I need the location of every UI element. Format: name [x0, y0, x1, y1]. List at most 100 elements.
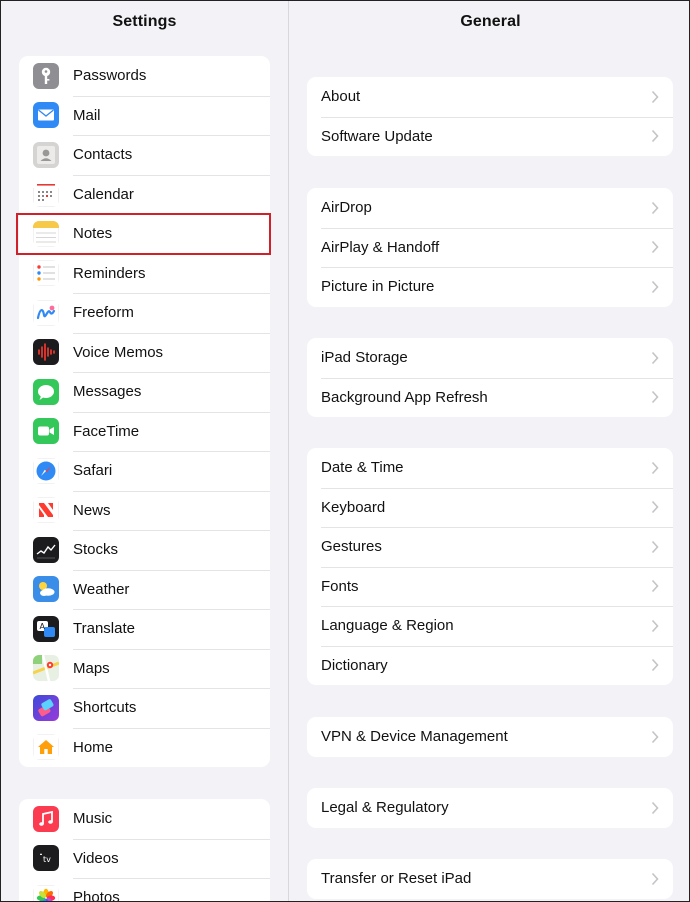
- sidebar-item-reminders[interactable]: Reminders: [19, 253, 270, 294]
- general-item-label: VPN & Device Management: [321, 728, 508, 746]
- sidebar-item-label: Safari: [73, 462, 113, 480]
- notes-icon: [33, 220, 59, 247]
- weather-icon: [33, 576, 59, 603]
- reminders-icon: [33, 260, 59, 287]
- shortcuts-icon: [33, 694, 59, 721]
- chevron-right-icon: [651, 730, 659, 743]
- chevron-right-icon: [651, 872, 659, 885]
- general-item-date-time[interactable]: Date & Time: [307, 448, 673, 488]
- calendar-icon: [33, 181, 59, 208]
- sidebar-item-voice-memos[interactable]: Voice Memos: [19, 332, 270, 373]
- sidebar-item-label: Notes: [73, 225, 113, 243]
- sidebar-item-label: Calendar: [73, 185, 134, 203]
- sidebar-item-label: Voice Memos: [73, 343, 164, 361]
- general-item-fonts[interactable]: Fonts: [307, 566, 673, 607]
- general-group-storage: iPad Storage Background App Refresh: [307, 338, 673, 417]
- general-item-label: Fonts: [321, 577, 359, 595]
- general-group-locale: Date & Time Keyboard Gestures Fonts Lang…: [307, 448, 673, 685]
- general-item-label: Dictionary: [321, 656, 388, 674]
- sidebar-item-label: Mail: [73, 106, 101, 124]
- general-item-label: Language & Region: [321, 617, 454, 635]
- general-item-keyboard[interactable]: Keyboard: [307, 487, 673, 528]
- settings-sidebar: Settings Passwords Mail Contacts Calenda…: [1, 1, 289, 901]
- sidebar-item-music[interactable]: Music: [19, 799, 270, 839]
- sidebar-item-passwords[interactable]: Passwords: [19, 56, 270, 96]
- stocks-icon: [33, 536, 59, 563]
- chevron-right-icon: [651, 461, 659, 474]
- mail-icon: [33, 102, 59, 129]
- general-detail-pane: General About Software Update AirDrop Ai…: [290, 1, 689, 901]
- svg-text:tv: tv: [43, 855, 51, 864]
- general-group-reset: Transfer or Reset iPad: [307, 859, 673, 899]
- sidebar-item-maps[interactable]: Maps: [19, 648, 270, 689]
- chevron-right-icon: [651, 241, 659, 254]
- chevron-right-icon: [651, 580, 659, 593]
- sidebar-item-contacts[interactable]: Contacts: [19, 135, 270, 175]
- sidebar-item-messages[interactable]: Messages: [19, 372, 270, 412]
- general-item-picture-in-picture[interactable]: Picture in Picture: [307, 267, 673, 307]
- general-item-background-app-refresh[interactable]: Background App Refresh: [307, 377, 673, 418]
- chevron-right-icon: [651, 540, 659, 553]
- voice-memos-icon: [33, 339, 59, 366]
- general-item-label: Background App Refresh: [321, 388, 488, 406]
- sidebar-item-notes[interactable]: Notes: [19, 214, 270, 254]
- sidebar-item-photos[interactable]: Photos: [19, 878, 270, 901]
- chevron-right-icon: [651, 391, 659, 404]
- general-item-label: AirPlay & Handoff: [321, 238, 440, 256]
- sidebar-group-media: Music tv Videos Photos: [19, 799, 270, 901]
- chevron-right-icon: [651, 501, 659, 514]
- general-item-label: Software Update: [321, 127, 433, 145]
- general-item-about[interactable]: About: [307, 77, 673, 117]
- general-item-airdrop[interactable]: AirDrop: [307, 188, 673, 228]
- sidebar-item-label: Maps: [73, 659, 110, 677]
- general-group-connectivity: AirDrop AirPlay & Handoff Picture in Pic…: [307, 188, 673, 307]
- chevron-right-icon: [651, 351, 659, 364]
- general-item-ipad-storage[interactable]: iPad Storage: [307, 338, 673, 378]
- chevron-right-icon: [651, 801, 659, 814]
- sidebar-item-calendar[interactable]: Calendar: [19, 174, 270, 215]
- sidebar-item-label: Shortcuts: [73, 699, 137, 717]
- detail-title: General: [460, 13, 521, 30]
- tv-icon: tv: [33, 845, 59, 872]
- sidebar-item-freeform[interactable]: Freeform: [19, 293, 270, 333]
- chevron-right-icon: [651, 280, 659, 293]
- sidebar-item-facetime[interactable]: FaceTime: [19, 411, 270, 452]
- general-item-airplay-handoff[interactable]: AirPlay & Handoff: [307, 227, 673, 268]
- svg-text:A: A: [40, 622, 46, 631]
- sidebar-item-label: Reminders: [73, 264, 146, 282]
- general-item-gestures[interactable]: Gestures: [307, 527, 673, 567]
- sidebar-item-mail[interactable]: Mail: [19, 95, 270, 136]
- general-group-vpn: VPN & Device Management: [307, 717, 673, 757]
- sidebar-item-weather[interactable]: Weather: [19, 569, 270, 610]
- sidebar-item-label: Contacts: [73, 146, 133, 164]
- general-item-label: Date & Time: [321, 459, 404, 477]
- messages-icon: [33, 378, 59, 405]
- sidebar-item-label: Translate: [73, 620, 135, 638]
- sidebar-item-videos[interactable]: tv Videos: [19, 838, 270, 879]
- general-item-label: Legal & Regulatory: [321, 799, 449, 817]
- sidebar-item-label: Music: [73, 810, 113, 828]
- general-item-label: About: [321, 88, 361, 106]
- sidebar-item-label: Passwords: [73, 67, 147, 85]
- sidebar-item-shortcuts[interactable]: Shortcuts: [19, 688, 270, 728]
- sidebar-item-label: Stocks: [73, 541, 119, 559]
- sidebar-item-translate[interactable]: A Translate: [19, 609, 270, 649]
- general-item-software-update[interactable]: Software Update: [307, 116, 673, 157]
- general-item-label: Gestures: [321, 538, 382, 556]
- general-item-label: AirDrop: [321, 199, 372, 217]
- news-icon: [33, 497, 59, 524]
- freeform-icon: [33, 299, 59, 326]
- general-item-dictionary[interactable]: Dictionary: [307, 645, 673, 686]
- general-item-vpn-device-management[interactable]: VPN & Device Management: [307, 717, 673, 757]
- general-item-language-region[interactable]: Language & Region: [307, 606, 673, 646]
- sidebar-item-label: Weather: [73, 580, 130, 598]
- sidebar-item-news[interactable]: News: [19, 490, 270, 531]
- safari-icon: [33, 457, 59, 484]
- general-item-legal-regulatory[interactable]: Legal & Regulatory: [307, 788, 673, 828]
- sidebar-item-stocks[interactable]: Stocks: [19, 530, 270, 570]
- sidebar-item-safari[interactable]: Safari: [19, 451, 270, 491]
- sidebar-item-label: Home: [73, 738, 114, 756]
- general-item-transfer-reset-ipad[interactable]: Transfer or Reset iPad: [307, 859, 673, 899]
- music-icon: [33, 805, 59, 832]
- sidebar-item-home[interactable]: Home: [19, 727, 270, 768]
